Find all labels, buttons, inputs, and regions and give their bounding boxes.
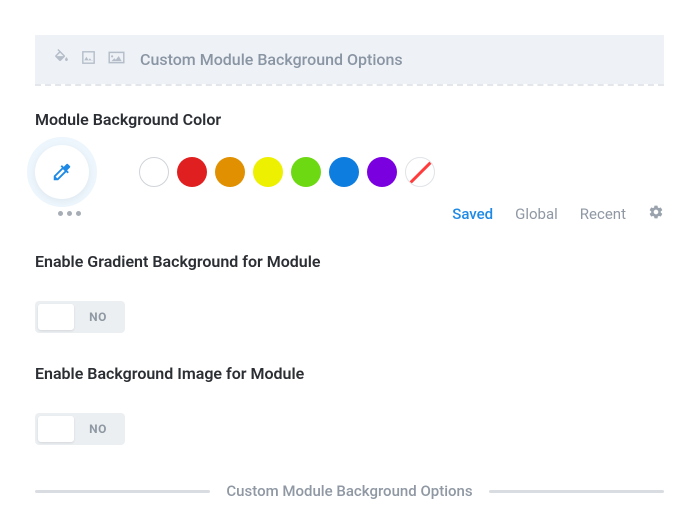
footer-line-right <box>489 490 664 493</box>
image-toggle[interactable]: NO <box>35 413 125 445</box>
footer-line-left <box>35 490 210 493</box>
tab-global[interactable]: Global <box>515 205 558 223</box>
swatch-row <box>35 145 664 199</box>
header-title: Custom Module Background Options <box>140 50 403 69</box>
header-bar: Custom Module Background Options <box>35 35 664 84</box>
toggle-knob <box>38 304 74 330</box>
gradient-toggle-label: NO <box>74 310 122 324</box>
footer: Custom Module Background Options <box>35 482 664 500</box>
fill-icon <box>53 49 70 70</box>
swatch-green[interactable] <box>291 157 321 187</box>
image-section-label: Enable Background Image for Module <box>35 364 664 383</box>
toggle-knob <box>38 416 74 442</box>
eyedropper-button[interactable] <box>35 145 89 199</box>
footer-text: Custom Module Background Options <box>226 482 472 500</box>
swatch-red[interactable] <box>177 157 207 187</box>
image-icon <box>107 49 126 70</box>
swatch-white[interactable] <box>139 157 169 187</box>
tabs-row: Saved Global Recent <box>35 204 664 224</box>
dashed-divider <box>35 84 664 86</box>
swatch-none[interactable] <box>405 157 435 187</box>
gradient-section-label: Enable Gradient Background for Module <box>35 252 664 271</box>
gear-icon[interactable] <box>648 204 664 224</box>
tab-saved[interactable]: Saved <box>452 205 493 223</box>
header-icons <box>53 49 126 70</box>
swatch-blue[interactable] <box>329 157 359 187</box>
image-frame-icon <box>80 49 97 70</box>
module-bg-color-section: Module Background Color <box>35 110 664 216</box>
gradient-toggle[interactable]: NO <box>35 301 125 333</box>
tab-recent[interactable]: Recent <box>580 205 626 223</box>
swatch-yellow[interactable] <box>253 157 283 187</box>
gradient-section: Enable Gradient Background for Module NO <box>35 252 664 334</box>
swatch-purple[interactable] <box>367 157 397 187</box>
color-section-label: Module Background Color <box>35 110 664 129</box>
image-toggle-label: NO <box>74 422 122 436</box>
swatch-orange[interactable] <box>215 157 245 187</box>
image-section: Enable Background Image for Module NO <box>35 364 664 446</box>
swatch-black[interactable] <box>101 157 131 187</box>
